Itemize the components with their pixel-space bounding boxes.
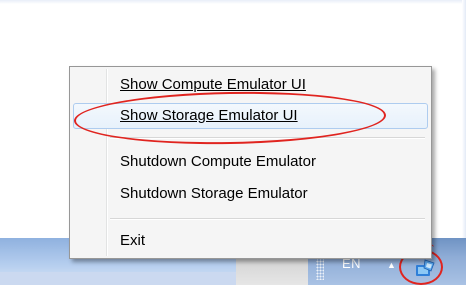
overflow-arrow-icon[interactable]: ▲ [387, 260, 396, 270]
menu-item-label: Shutdown Compute Emulator [120, 153, 316, 170]
menu-item-shutdown-storage-emulator[interactable]: Shutdown Storage Emulator [73, 181, 428, 207]
menu-item-shutdown-compute-emulator[interactable]: Shutdown Compute Emulator [73, 149, 428, 175]
taskbar-window-strip [0, 272, 236, 285]
menu-item-label: Shutdown Storage Emulator [120, 185, 308, 202]
menu-item-exit[interactable]: Exit [73, 228, 428, 254]
menu-separator [110, 218, 425, 220]
desktop-border [0, 0, 466, 4]
menu-item-label: Show Compute Emulator UI [120, 76, 306, 93]
menu-item-label: Exit [120, 232, 146, 249]
